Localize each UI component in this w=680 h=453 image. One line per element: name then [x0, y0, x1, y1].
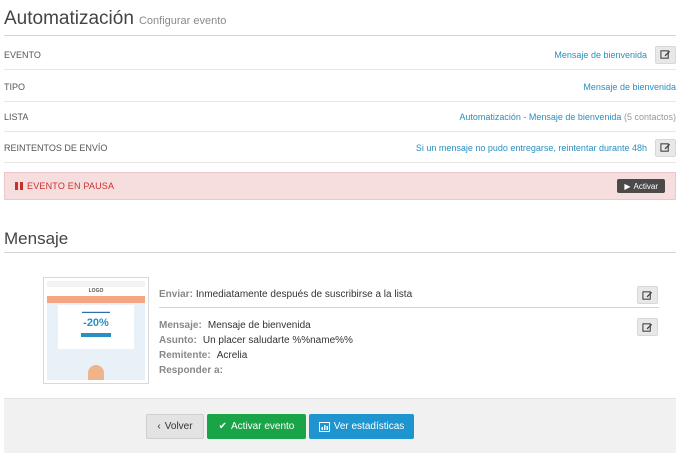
subject-value: Un placer saludarte %%name%% [202, 335, 353, 346]
activate-event-button[interactable]: ✔ Activar evento [207, 414, 306, 439]
edit-retries-button[interactable] [655, 138, 676, 157]
thumbnail-discount: -20% [83, 317, 109, 329]
message-section-title: Mensaje [4, 229, 676, 253]
chevron-left-icon: ‹ [157, 421, 161, 432]
type-row: TIPO Mensaje de bienvenida [4, 72, 676, 102]
action-footer: ‹ Volver ✔ Activar evento Ver estadístic… [4, 398, 676, 453]
list-count: (5 contactos) [623, 111, 676, 122]
subject-label: Asunto: [159, 335, 197, 346]
reply-to-label: Responder a: [159, 365, 223, 376]
reply-to-line: Responder a: [159, 363, 353, 378]
play-icon: ▶ [624, 181, 631, 191]
page-header: Automatización Configurar evento [4, 8, 676, 36]
edit-send-button[interactable] [637, 286, 658, 304]
retries-label: REINTENTOS DE ENVÍO [4, 142, 108, 153]
retries-value-link[interactable]: Si un mensaje no pudo entregarse, reinte… [416, 143, 647, 153]
edit-icon [642, 290, 653, 300]
subject-line: Asunto: Un placer saludarte %%name%% [159, 333, 353, 348]
view-stats-label: Ver estadísticas [333, 421, 405, 432]
send-details: Enviar: Inmediatamente después de suscri… [159, 282, 659, 306]
list-row: LISTA Automatización - Mensaje de bienve… [4, 102, 676, 132]
send-value: Inmediatamente después de suscribirse a … [195, 288, 413, 300]
activate-event-label: Activar evento [231, 421, 295, 432]
thumbnail-person-image [88, 365, 104, 380]
email-preview-thumbnail[interactable]: LOGO ▬▬▬▬▬▬▬ -20% [43, 277, 149, 384]
type-value-link[interactable]: Mensaje de bienvenida [583, 82, 676, 92]
message-line: Mensaje: Mensaje de bienvenida [159, 318, 353, 333]
list-value-link[interactable]: Automatización - Mensaje de bienvenida [459, 112, 621, 122]
bar-chart-icon [318, 421, 330, 432]
sender-value: Acrelia [216, 350, 248, 361]
thumbnail-logo: LOGO [47, 287, 145, 296]
retries-row: REINTENTOS DE ENVÍO Si un mensaje no pud… [4, 133, 676, 163]
list-value: Automatización - Mensaje de bienvenida (… [459, 112, 676, 122]
check-icon: ✔ [218, 421, 227, 432]
event-label: EVENTO [4, 49, 41, 60]
message-value: Mensaje de bienvenida [207, 320, 311, 331]
list-label: LISTA [4, 111, 29, 122]
back-button[interactable]: ‹ Volver [146, 414, 204, 439]
event-value-link[interactable]: Mensaje de bienvenida [554, 50, 647, 60]
edit-event-button[interactable] [655, 45, 676, 64]
edit-message-button[interactable] [637, 318, 658, 336]
view-stats-button[interactable]: Ver estadísticas [309, 414, 414, 439]
edit-icon [660, 50, 671, 59]
activate-button[interactable]: ▶ Activar [617, 179, 665, 193]
pause-icon [15, 182, 23, 190]
paused-status-text: EVENTO EN PAUSA [27, 181, 115, 191]
edit-icon [642, 322, 653, 332]
paused-banner: EVENTO EN PAUSA ▶ Activar [4, 172, 676, 200]
activate-button-label: Activar [633, 181, 658, 191]
page-title: Automatización [4, 8, 134, 29]
page-subtitle: Configurar evento [138, 15, 227, 27]
sender-line: Remitente: Acrelia [159, 348, 353, 363]
edit-icon [660, 143, 671, 152]
back-button-label: Volver [164, 421, 193, 432]
sender-label: Remitente: [159, 350, 211, 361]
message-info: Mensaje: Mensaje de bienvenida Asunto: U… [159, 318, 353, 378]
type-label: TIPO [4, 81, 26, 92]
details-divider [159, 307, 659, 308]
send-label: Enviar: [159, 288, 193, 300]
event-row: EVENTO Mensaje de bienvenida [4, 40, 676, 70]
message-label: Mensaje: [159, 320, 202, 331]
